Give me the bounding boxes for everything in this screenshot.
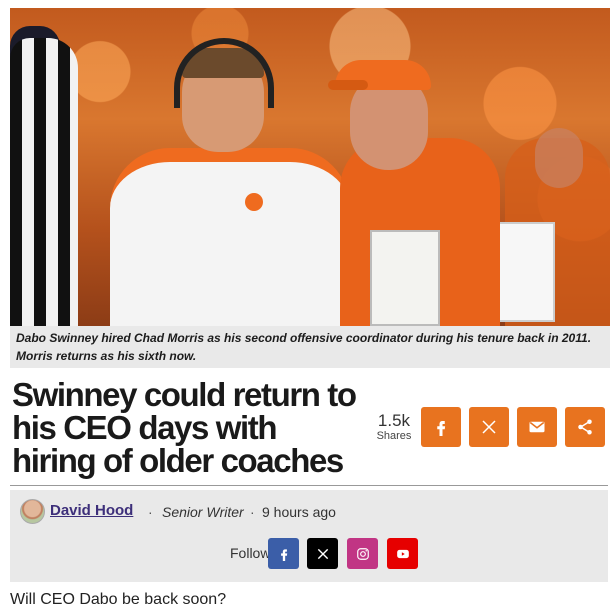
photo-referee [10, 38, 78, 326]
photo-caption: Dabo Swinney hired Chad Morris as his se… [10, 326, 610, 368]
facebook-icon [280, 548, 287, 561]
article-intro: Will CEO Dabo be back soon? [10, 591, 227, 608]
paw-logo-icon [245, 193, 263, 211]
facebook-icon [437, 421, 446, 436]
photo-coach-morris-visor [328, 80, 368, 90]
author-link[interactable]: David Hood [50, 502, 133, 519]
byline-separator: · [250, 504, 255, 520]
share-x-button[interactable] [469, 407, 509, 447]
follow-instagram-button[interactable] [347, 538, 378, 569]
follow-x-button[interactable] [307, 538, 338, 569]
divider [10, 485, 608, 486]
x-icon [317, 548, 328, 559]
x-icon [482, 420, 496, 434]
byline-box: David Hood · Senior Writer · 9 hours ago… [10, 490, 608, 582]
article-headline: Swinney could return to his CEO days wit… [12, 376, 357, 479]
byline-separator: · [148, 504, 153, 520]
youtube-icon [396, 549, 409, 558]
share-email-button[interactable] [517, 407, 557, 447]
follow-youtube-button[interactable] [387, 538, 418, 569]
hero-photo [10, 8, 610, 326]
share-count-number: 1.5k [377, 411, 411, 430]
instagram-icon [356, 547, 369, 560]
photo-coach-swinney [110, 148, 350, 326]
publish-time: 9 hours ago [262, 504, 336, 520]
share-icon [578, 419, 592, 435]
author-role: Senior Writer [162, 504, 244, 520]
follow-label: Follow [230, 545, 271, 561]
share-count-label: Shares [376, 430, 412, 442]
email-icon [529, 421, 545, 433]
follow-facebook-button[interactable] [268, 538, 299, 569]
share-facebook-button[interactable] [421, 407, 461, 447]
share-count: 1.5k Shares [374, 411, 414, 443]
photo-play-sheet [370, 230, 440, 326]
avatar[interactable] [20, 499, 45, 524]
photo-background-head [535, 128, 583, 188]
share-more-button[interactable] [565, 407, 605, 447]
